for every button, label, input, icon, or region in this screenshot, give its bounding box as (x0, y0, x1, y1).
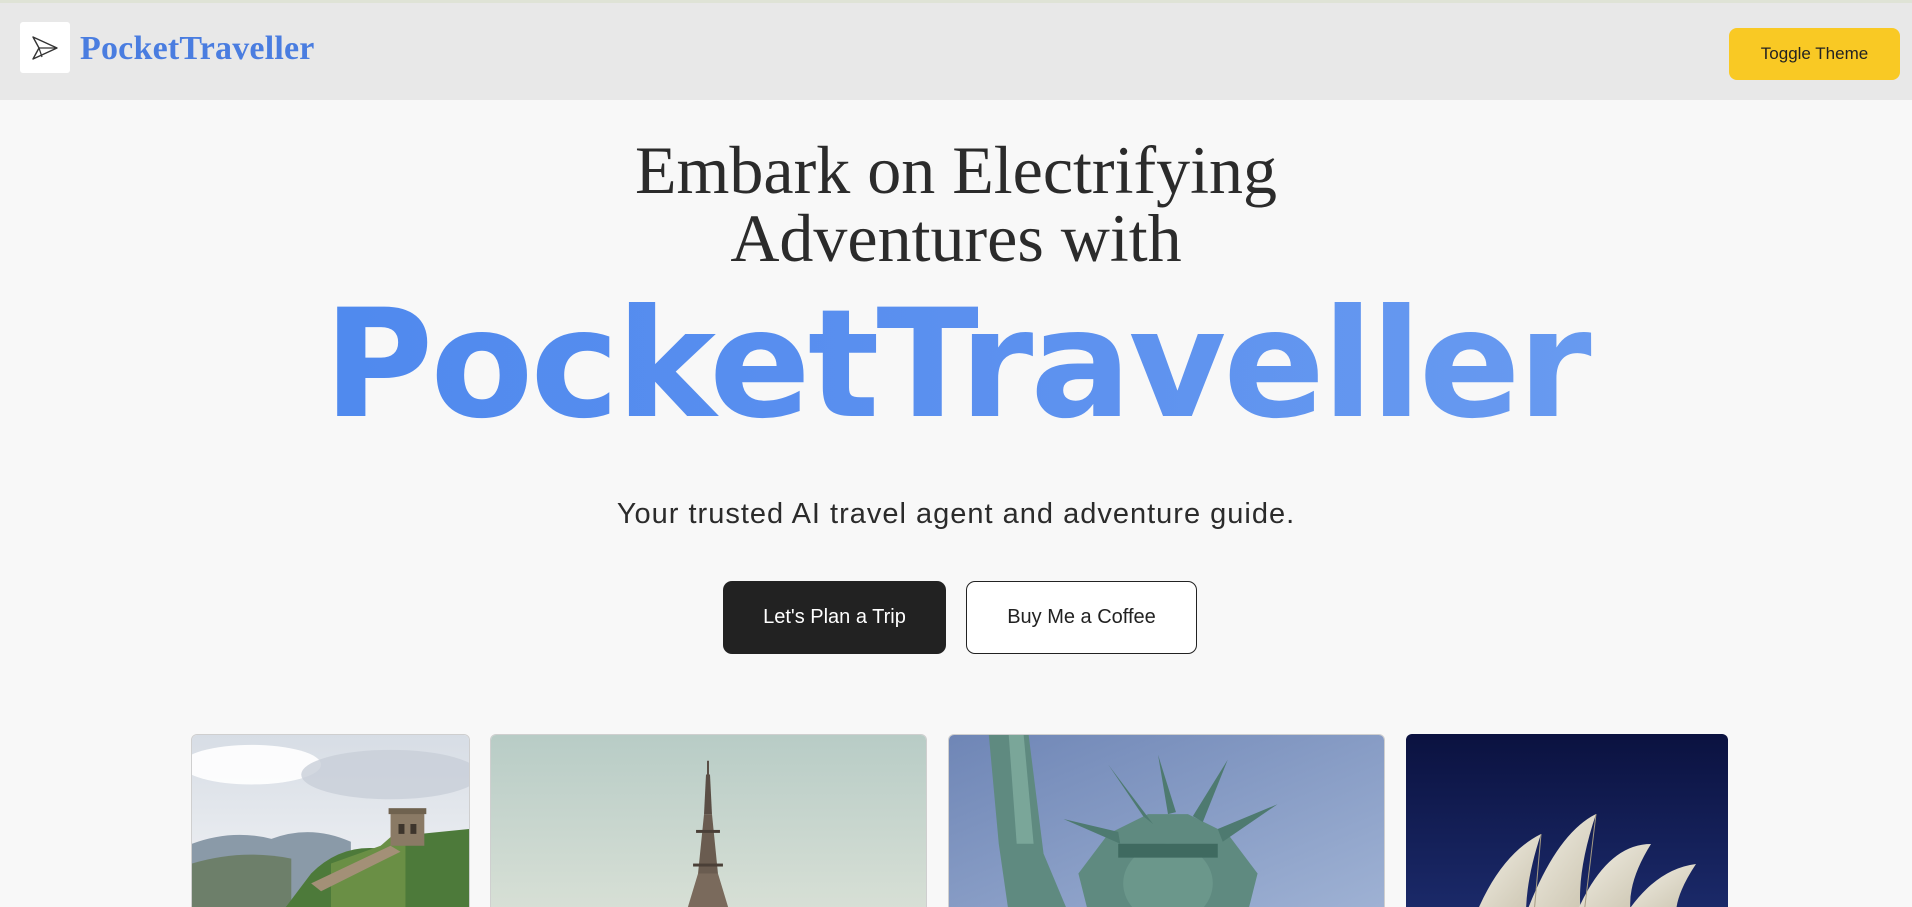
buy-coffee-button[interactable]: Buy Me a Coffee (966, 581, 1197, 654)
toggle-theme-button[interactable]: Toggle Theme (1729, 28, 1900, 80)
great-wall-photo (192, 735, 469, 907)
gallery-card-eiffel-tower[interactable] (490, 734, 927, 907)
sydney-opera-house-photo (1406, 734, 1728, 907)
plan-trip-button[interactable]: Let's Plan a Trip (723, 581, 946, 654)
brand-name[interactable]: PocketTraveller (80, 30, 315, 68)
hero-heading-line-2: Adventures with (730, 200, 1182, 276)
top-navbar: PocketTraveller Toggle Theme (0, 0, 1912, 100)
gallery-card-sydney-opera-house[interactable] (1406, 734, 1728, 907)
paper-plane-icon (32, 35, 58, 60)
eiffel-tower-photo (491, 735, 926, 907)
hero-heading-line-1: Embark on Electrifying (634, 132, 1277, 208)
statue-of-liberty-photo (949, 735, 1384, 907)
logo[interactable] (20, 22, 70, 73)
gallery-card-great-wall[interactable] (191, 734, 470, 907)
hero-brand-title: PocketTraveller (0, 290, 1912, 440)
gallery-card-statue-of-liberty[interactable] (948, 734, 1385, 907)
page: PocketTraveller Toggle Theme Embark on E… (0, 0, 1912, 907)
hero-tagline: Your trusted AI travel agent and adventu… (616, 498, 1296, 530)
